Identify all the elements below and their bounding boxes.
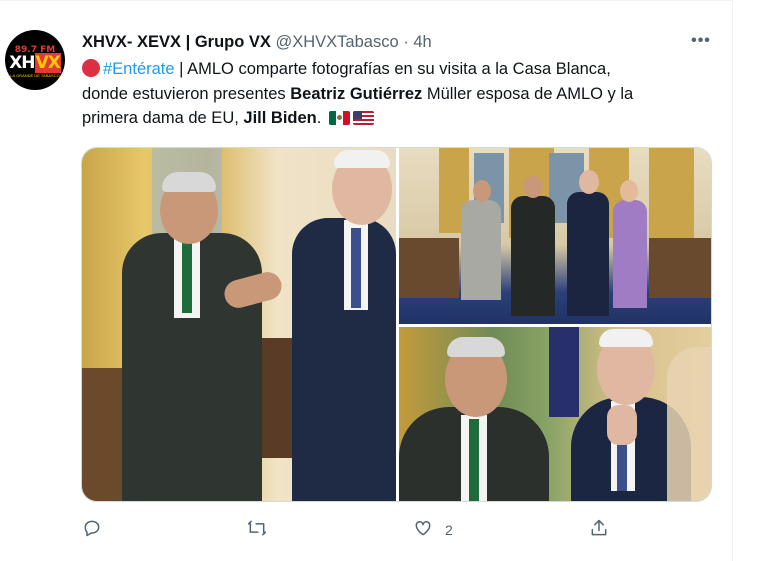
avatar[interactable]: 89.7 FM XHVX LA GRANDE DE TABASCO	[5, 30, 65, 90]
like-button[interactable]: 2	[413, 515, 453, 545]
divider	[0, 0, 733, 1]
reply-icon	[82, 518, 102, 543]
share-button[interactable]	[589, 515, 609, 545]
avatar-tagline: LA GRANDE DE TABASCO	[10, 73, 60, 78]
heart-icon	[413, 518, 433, 543]
tweet-media-grid	[81, 147, 712, 502]
reply-button[interactable]	[82, 515, 102, 545]
avatar-logo: XHVX	[5, 53, 65, 73]
avatar-logo-left: XH	[9, 53, 35, 73]
author-handle[interactable]: @XHVXTabasco	[276, 33, 399, 51]
tweet-text: #Entérate | AMLO comparte fotografías en…	[82, 57, 722, 131]
tweet-header: XHVX- XEVX | Grupo VX @XHVXTabasco · 4h	[82, 31, 432, 53]
tweet-text-part-1: | AMLO comparte fotografías en su visita…	[174, 60, 611, 78]
retweet-button[interactable]	[247, 515, 267, 545]
tweet-text-part-2: donde estuvieron presentes	[82, 84, 291, 103]
retweet-icon	[247, 518, 267, 543]
hashtag-link[interactable]: #Entérate	[103, 60, 175, 78]
separator-dot: ·	[403, 33, 409, 51]
tweet-text-part-4: primera dama de EU,	[82, 109, 244, 127]
tweet-actions: 2	[0, 515, 733, 545]
tweet-text-bold-1: Beatriz Gutiérrez	[290, 84, 423, 103]
more-options-icon[interactable]: •••	[690, 31, 712, 53]
tweet-text-part-5: .	[316, 109, 326, 127]
tweet-time[interactable]: 4h	[413, 33, 431, 51]
author-name[interactable]: XHVX- XEVX | Grupo VX	[82, 33, 271, 51]
avatar-logo-right: VX	[34, 53, 61, 73]
tweet-text-part-3: Müller esposa de AMLO y la	[422, 84, 634, 103]
mexico-flag-icon	[328, 111, 350, 125]
red-circle-emoji-icon	[82, 59, 100, 77]
photo-3[interactable]	[399, 327, 711, 501]
photo-2[interactable]	[399, 148, 711, 324]
tweet-text-bold-2: Jill Biden	[243, 109, 317, 127]
share-icon	[589, 518, 609, 543]
us-flag-icon	[352, 111, 374, 125]
photo-1[interactable]	[82, 148, 396, 501]
tweet-card[interactable]: 89.7 FM XHVX LA GRANDE DE TABASCO XHVX- …	[0, 0, 733, 561]
like-count: 2	[445, 522, 453, 538]
